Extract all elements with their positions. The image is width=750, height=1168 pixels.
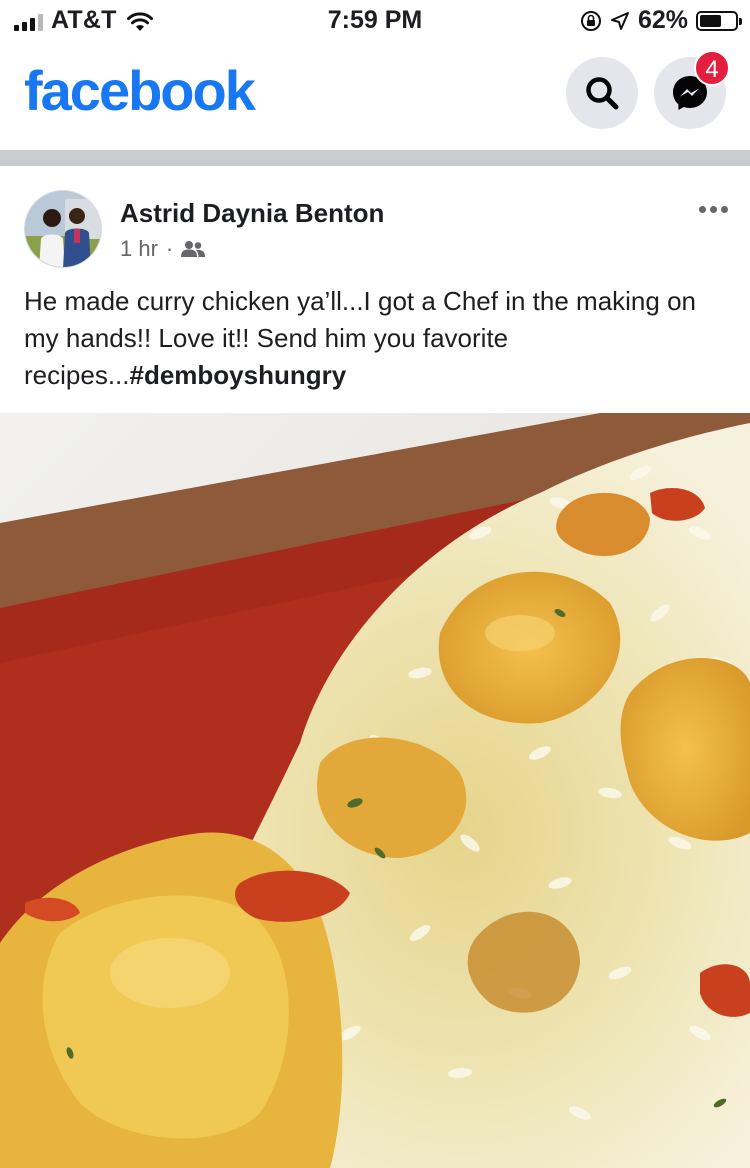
location-arrow-icon <box>610 11 629 30</box>
status-right: 62% <box>580 6 742 35</box>
post-hashtag[interactable]: #demboyshungry <box>130 360 347 390</box>
facebook-feed-screen: AT&T 7:59 PM 62% facebook 4 Astrid Dayni… <box>0 0 750 1168</box>
battery-fill <box>700 14 721 27</box>
search-button[interactable] <box>566 57 638 129</box>
avatar-photo <box>25 191 101 267</box>
author-avatar[interactable] <box>24 190 102 268</box>
facebook-logo[interactable]: facebook <box>24 58 256 123</box>
post-time[interactable]: 1 hr <box>120 236 158 262</box>
search-icon <box>586 77 619 110</box>
feed-divider <box>0 150 750 166</box>
post-author-name[interactable]: Astrid Daynia Benton <box>120 198 384 229</box>
post-photo[interactable] <box>0 413 750 1168</box>
friends-icon[interactable] <box>181 240 206 258</box>
meta-separator: · <box>165 236 174 261</box>
rotation-lock-icon <box>580 10 601 31</box>
post-meta: 1 hr · <box>120 236 206 262</box>
messenger-notification-badge: 4 <box>694 50 730 86</box>
more-horizontal-icon <box>699 206 706 213</box>
post-more-options-button[interactable] <box>699 206 728 213</box>
post-header: Astrid Daynia Benton 1 hr · <box>0 166 750 268</box>
post-body: He made curry chicken ya’ll...I got a Ch… <box>24 286 696 390</box>
battery-percentage: 62% <box>637 6 688 34</box>
post-text: He made curry chicken ya’ll...I got a Ch… <box>24 283 724 394</box>
battery-icon <box>696 10 742 31</box>
status-bar: AT&T 7:59 PM 62% <box>0 0 750 40</box>
app-header: facebook 4 <box>0 40 750 150</box>
food-photo <box>0 413 750 1168</box>
